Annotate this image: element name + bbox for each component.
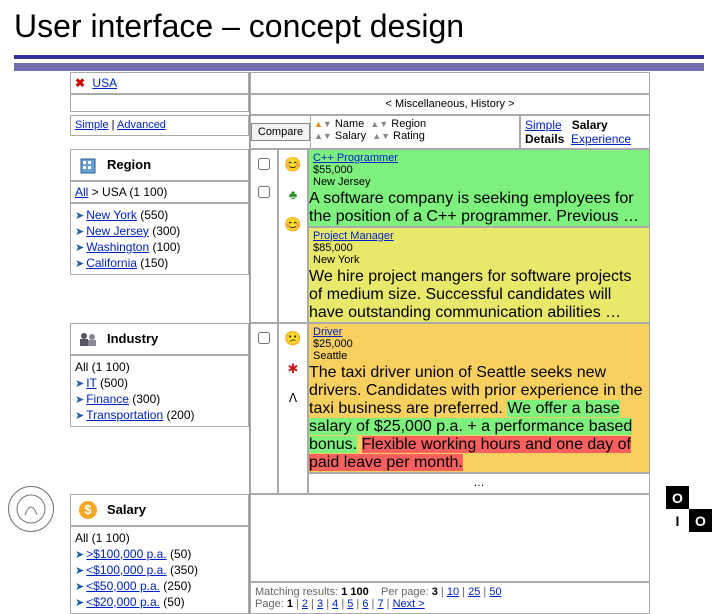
result-title[interactable]: Project Manager (313, 230, 645, 242)
facet-item[interactable]: IT (86, 376, 96, 390)
location-tag[interactable]: ✖ USA (70, 72, 249, 94)
smile-icon: 😊 (284, 216, 301, 233)
result-location: New York (313, 254, 645, 266)
facet-all[interactable]: All (1 100) (75, 359, 244, 375)
page-link[interactable]: 7 (377, 598, 383, 610)
facet-item[interactable]: Transportation (86, 408, 163, 422)
result-title[interactable]: Driver (313, 326, 645, 338)
advanced-mode-link[interactable]: Advanced (117, 119, 166, 131)
page-link[interactable]: 1 (287, 598, 293, 610)
result-desc: A software company is seeking employees … (309, 190, 649, 226)
facet-all-link[interactable]: All (75, 185, 88, 199)
facet-region-head: Region (70, 149, 249, 181)
people-icon (75, 328, 101, 350)
svg-text:$: $ (84, 502, 92, 517)
facet-item[interactable]: New Jersey (86, 224, 149, 238)
perpage-option[interactable]: 3 (432, 586, 438, 598)
org-logo-left (8, 486, 54, 532)
divider (14, 63, 704, 71)
perpage-option[interactable]: 10 (447, 586, 459, 598)
result-title[interactable]: C++ Programmer (313, 152, 645, 164)
result-location: Seattle (313, 350, 645, 362)
facet-item[interactable]: Finance (86, 392, 129, 406)
facet-all[interactable]: All (1 100) (75, 530, 244, 546)
result-desc: We hire project mangers for software pro… (309, 268, 649, 322)
page-link[interactable]: 5 (347, 598, 353, 610)
facet-region-breadcrumb: All > USA (1 100) (70, 181, 249, 203)
sort-asc-icon[interactable]: ▲ (314, 119, 323, 129)
tab-experience[interactable]: Experience (571, 132, 631, 146)
result-salary: $25,000 (313, 338, 645, 350)
sort-rating[interactable]: Rating (393, 130, 425, 142)
divider (14, 55, 704, 59)
compare-checkbox[interactable] (258, 186, 270, 198)
compare-checkbox[interactable] (258, 158, 270, 170)
sort-desc-icon[interactable]: ▼ (323, 119, 332, 129)
tab-simple[interactable]: Simple (525, 118, 562, 132)
facet-salary-title: Salary (107, 502, 146, 517)
facet-item[interactable]: <$20,000 p.a. (86, 595, 160, 609)
facet-item[interactable]: <$100,000 p.a. (86, 563, 166, 577)
facet-industry-head: Industry (70, 323, 249, 355)
result-desc: Flexible working hours and one day of pa… (309, 436, 631, 471)
result-salary: $55,000 (313, 164, 645, 176)
tab-details[interactable]: Details (525, 132, 564, 146)
compare-checkbox[interactable] (258, 332, 270, 344)
page-link[interactable]: 6 (362, 598, 368, 610)
page-link[interactable]: 4 (332, 598, 338, 610)
perpage-option[interactable]: 25 (468, 586, 480, 598)
sad-icon: 😕 (284, 330, 301, 347)
close-icon[interactable]: ✖ (75, 76, 85, 90)
sort-region[interactable]: Region (391, 118, 426, 130)
facet-salary-head: $ Salary (70, 494, 249, 526)
smile-icon: 😊 (284, 156, 301, 173)
clover-icon: ♣ (289, 187, 298, 202)
perpage-option[interactable]: 50 (489, 586, 501, 598)
facet-item[interactable]: Washington (86, 240, 149, 254)
chevron-icon: ➤ (75, 210, 84, 222)
result-location: New Jersey (313, 176, 645, 188)
slide-title: User interface – concept design (14, 8, 706, 45)
facet-region-title: Region (107, 157, 151, 172)
burst-icon: ✱ (288, 361, 299, 377)
search-mode: Simple | Advanced (70, 115, 249, 136)
more-ellipsis[interactable]: … (308, 473, 650, 494)
building-icon (75, 154, 101, 176)
simple-mode-link[interactable]: Simple (75, 119, 109, 131)
facet-item[interactable]: California (86, 256, 137, 270)
wireframe: ✖ USA < Miscellaneous, History > Simple … (70, 72, 650, 514)
page-link[interactable]: 3 (317, 598, 323, 610)
compare-button[interactable]: Compare (251, 123, 310, 141)
facet-item[interactable]: >$100,000 p.a. (86, 547, 166, 561)
result-salary: $85,000 (313, 242, 645, 254)
breadcrumb[interactable]: < Miscellaneous, History > (250, 94, 650, 115)
sort-salary[interactable]: Salary (335, 130, 366, 142)
dollar-icon: $ (75, 499, 101, 521)
facet-item[interactable]: New York (86, 208, 137, 222)
results-footer: Matching results: 1 100 Per page: 3 | 10… (250, 582, 650, 614)
page-link[interactable]: 2 (302, 598, 308, 610)
sort-name[interactable]: Name (335, 118, 364, 130)
person-icon: ᐱ (289, 391, 297, 405)
facet-item[interactable]: <$50,000 p.a. (86, 579, 160, 593)
matching-count: 1 100 (341, 586, 369, 598)
facet-industry-title: Industry (107, 331, 158, 346)
location-link[interactable]: USA (92, 76, 117, 90)
tab-salary[interactable]: Salary (572, 118, 608, 132)
next-page-link[interactable]: Next > (393, 598, 425, 610)
org-logo-right: OIO (666, 486, 712, 532)
